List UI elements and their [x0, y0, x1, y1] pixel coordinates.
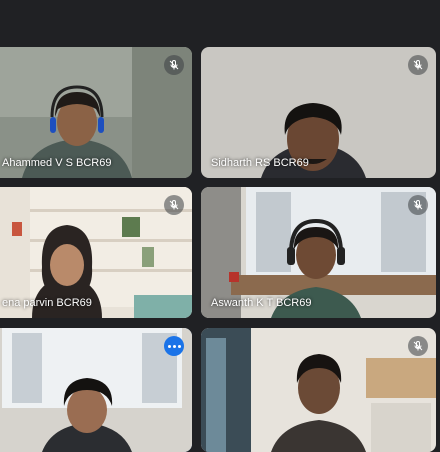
participant-tile-3[interactable]: ena parvin BCR69 [0, 187, 192, 318]
mic-off-icon[interactable] [408, 55, 428, 75]
mic-off-icon[interactable] [164, 195, 184, 215]
mic-off-icon[interactable] [164, 55, 184, 75]
mic-off-icon[interactable] [408, 195, 428, 215]
participant-tile-4[interactable]: Aswanth K T BCR69 [201, 187, 436, 318]
mic-off-icon[interactable] [408, 336, 428, 356]
more-options-icon[interactable] [164, 336, 184, 356]
participant-tile-6[interactable] [201, 328, 436, 452]
video-feed [201, 328, 436, 452]
participant-name: Aswanth K T BCR69 [211, 297, 312, 309]
participant-name: Sidharth RS BCR69 [211, 157, 309, 169]
participant-name: ena parvin BCR69 [2, 297, 92, 309]
participant-tile-5[interactable] [0, 328, 192, 452]
participant-tile-2[interactable]: Sidharth RS BCR69 [201, 47, 436, 178]
participant-name: Ahammed V S BCR69 [2, 157, 112, 169]
participant-tile-1[interactable]: Ahammed V S BCR69 [0, 47, 192, 178]
